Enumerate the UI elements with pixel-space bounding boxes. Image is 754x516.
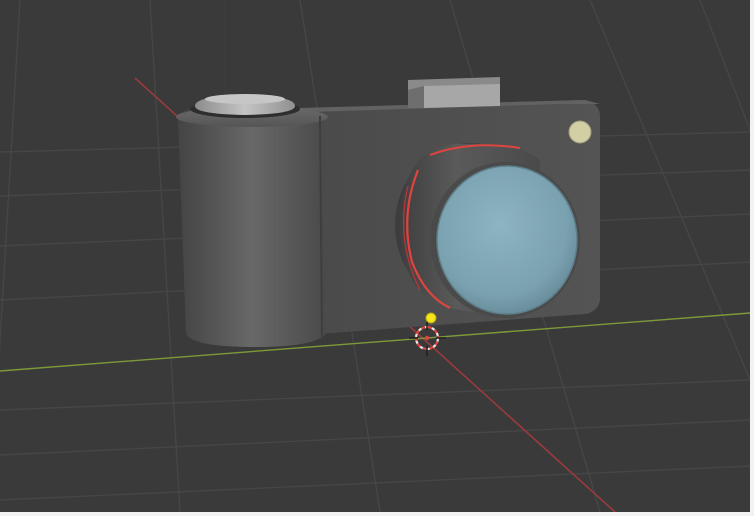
viewport-canvas[interactable]	[0, 0, 750, 512]
flash-dot[interactable]	[568, 120, 592, 144]
viewfinder-hump[interactable]	[408, 77, 500, 108]
origin-marker[interactable]	[425, 312, 437, 324]
shutter-button[interactable]	[190, 94, 300, 118]
3d-viewport[interactable]	[0, 0, 754, 516]
lens-glass[interactable]	[430, 162, 580, 318]
camera-grip[interactable]	[176, 107, 328, 347]
